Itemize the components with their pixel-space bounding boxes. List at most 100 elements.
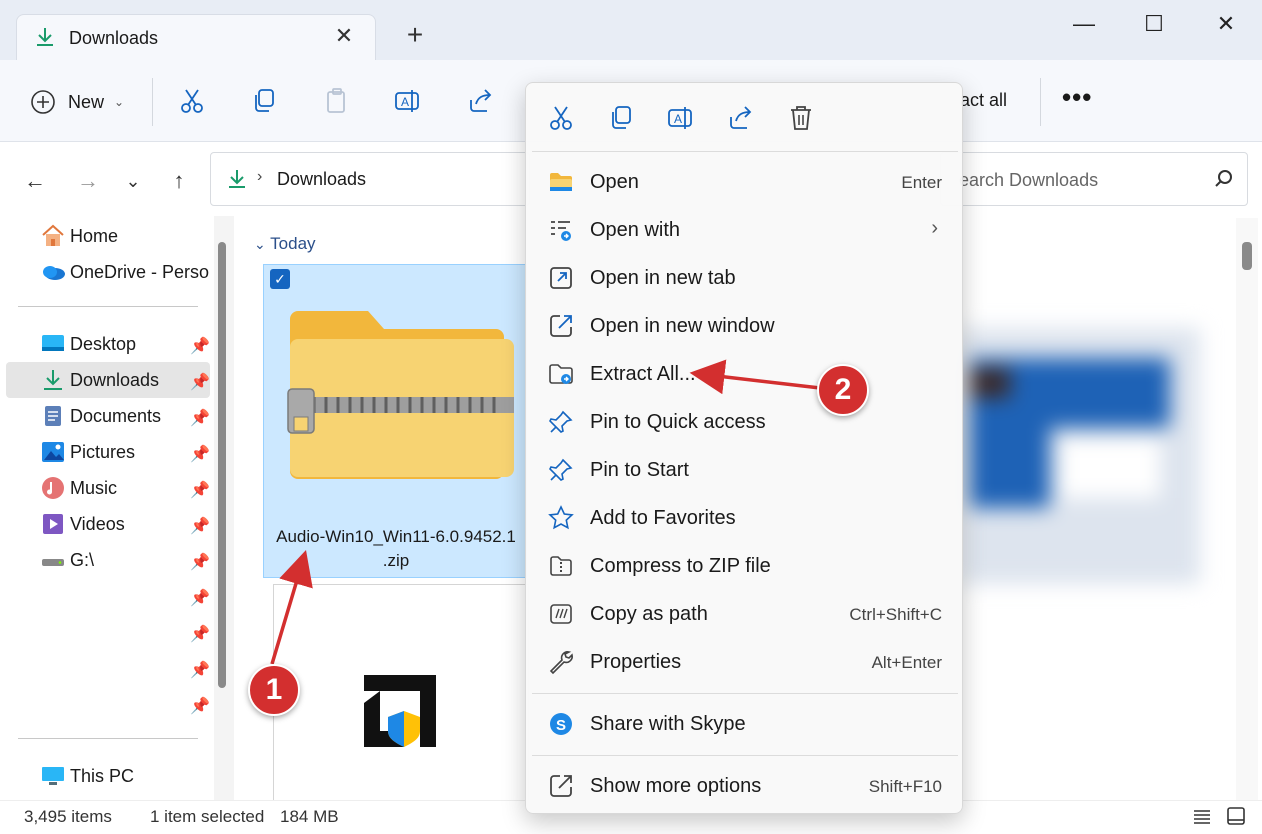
file-name-line1: Audio-Win10_Win11-6.0.9452.1 <box>276 527 516 546</box>
pin-icon: 📌 <box>190 662 210 679</box>
sidebar-scrollbar-thumb[interactable] <box>218 242 226 688</box>
blurred-thumbnail[interactable] <box>960 328 1200 584</box>
sidebar-item-music[interactable]: Music 📌 <box>6 470 210 506</box>
extract-all-button[interactable]: act all <box>960 90 1007 111</box>
back-arrow-icon[interactable]: ← <box>20 166 50 196</box>
sidebar-item-desktop[interactable]: Desktop 📌 <box>6 326 210 362</box>
up-arrow-icon[interactable]: ↑ <box>164 166 194 196</box>
content-scrollbar-thumb[interactable] <box>1242 242 1252 270</box>
pictures-icon <box>42 442 64 462</box>
sidebar-scrollbar[interactable] <box>214 216 234 800</box>
menu-item-open-in-new-window[interactable]: Open in new window <box>532 303 958 349</box>
file-item-installer[interactable] <box>273 584 529 804</box>
sidebar-item-label: Home <box>70 225 119 246</box>
cut-icon[interactable] <box>177 86 207 116</box>
rename-icon[interactable]: A <box>666 103 696 133</box>
minimize-button[interactable]: — <box>1060 6 1108 42</box>
menu-item-copy-as-path[interactable]: Copy as path Ctrl+Shift+C <box>532 591 958 637</box>
new-tab-button[interactable]: + <box>400 20 430 50</box>
sidebar-item-g-drive[interactable]: G:\ 📌 <box>6 542 210 578</box>
submenu-chevron-icon: › <box>931 217 938 239</box>
menu-item-label: Add to Favorites <box>590 507 736 529</box>
sidebar-item-pictures[interactable]: Pictures 📌 <box>6 434 210 470</box>
sidebar-item-videos[interactable]: Videos 📌 <box>6 506 210 542</box>
download-arrow-icon <box>37 28 53 46</box>
download-arrow-icon <box>229 170 245 188</box>
menu-item-label: Pin to Start <box>590 459 689 481</box>
sidebar-divider <box>18 306 198 307</box>
sidebar-item-label: This PC <box>70 765 135 786</box>
selection-checkbox[interactable]: ✓ <box>270 269 290 289</box>
menu-item-label: Copy as path <box>590 603 708 625</box>
tiles-view-icon[interactable] <box>1226 806 1246 826</box>
this-pc-icon <box>42 767 64 785</box>
menu-item-shortcut: Shift+F10 <box>868 777 942 796</box>
menu-item-open-with[interactable]: Open with › <box>532 207 958 253</box>
delete-icon[interactable] <box>786 103 816 133</box>
sidebar-item-this-pc[interactable]: This PC <box>6 758 210 794</box>
menu-item-share-skype[interactable]: S Share with Skype <box>532 701 958 747</box>
menu-item-shortcut: Enter <box>901 173 942 192</box>
sidebar-item-downloads[interactable]: Downloads 📌 <box>6 362 210 398</box>
pin-icon: 📌 <box>190 626 210 643</box>
sidebar-item-label: G:\ <box>70 549 95 570</box>
new-button[interactable]: New ⌄ <box>30 86 124 118</box>
tab-downloads[interactable]: Downloads ✕ <box>16 14 376 60</box>
menu-item-label: Open in new window <box>590 315 775 337</box>
sidebar-item-home[interactable]: Home <box>6 218 210 254</box>
zip-folder-icon <box>287 311 514 479</box>
onedrive-icon <box>43 266 65 280</box>
documents-icon <box>45 406 61 426</box>
menu-item-extract-all[interactable]: Extract All... <box>532 351 958 397</box>
breadcrumb-downloads[interactable]: Downloads <box>277 169 366 190</box>
menu-item-label: Share with Skype <box>590 713 746 735</box>
extract-icon <box>549 364 573 384</box>
maximize-button[interactable]: ☐ <box>1130 6 1178 42</box>
tab-close-icon[interactable]: ✕ <box>331 23 357 49</box>
rename-icon[interactable]: A <box>393 86 423 116</box>
search-input[interactable]: earch Downloads <box>959 170 1098 191</box>
details-view-icon[interactable] <box>1192 807 1212 827</box>
sidebar-item-documents[interactable]: Documents 📌 <box>6 398 210 434</box>
home-icon <box>42 224 64 246</box>
wrench-icon <box>549 651 573 675</box>
sidebar-item-onedrive[interactable]: OneDrive - Persor <box>6 254 210 290</box>
selection-size: 184 MB <box>280 807 339 826</box>
new-button-label: New <box>68 91 105 112</box>
menu-item-open[interactable]: Open Enter <box>532 159 958 205</box>
pin-icon: 📌 <box>190 518 210 535</box>
share-icon[interactable] <box>726 103 756 133</box>
cut-icon[interactable] <box>546 103 576 133</box>
menu-item-shortcut: Alt+Enter <box>871 653 942 672</box>
sidebar-item-label: Desktop <box>70 333 137 354</box>
paste-icon[interactable] <box>322 86 352 116</box>
new-tab-icon <box>550 267 572 289</box>
search-box[interactable]: earch Downloads <box>940 152 1248 206</box>
share-icon[interactable] <box>466 86 496 116</box>
content-scrollbar[interactable] <box>1236 218 1258 800</box>
star-icon <box>548 505 574 530</box>
navigation-pane: Home OneDrive - Persor Desktop 📌 Downloa… <box>0 218 212 800</box>
copy-icon[interactable] <box>249 86 279 116</box>
menu-item-open-in-new-tab[interactable]: Open in new tab <box>532 255 958 301</box>
group-header[interactable]: ⌄ Today <box>254 234 316 254</box>
address-bar[interactable]: › Downloads <box>210 152 530 206</box>
menu-item-show-more-options[interactable]: Show more options Shift+F10 <box>532 763 958 809</box>
close-window-button[interactable]: ✕ <box>1202 6 1250 42</box>
menu-item-shortcut: Ctrl+Shift+C <box>849 605 942 624</box>
menu-item-pin-quick-access[interactable]: Pin to Quick access <box>532 399 958 445</box>
file-item-zip[interactable]: ✓ Audio-Win10_Win11-6.0.9452.1 .zip <box>263 264 527 578</box>
forward-arrow-icon[interactable]: → <box>73 166 103 196</box>
breadcrumb-chevron-icon: › <box>257 168 263 185</box>
recent-chevron-icon[interactable]: ⌄ <box>118 166 148 196</box>
amd-installer-icon <box>364 675 436 747</box>
menu-item-properties[interactable]: Properties Alt+Enter <box>532 639 958 685</box>
more-options-icon <box>550 775 572 797</box>
copy-icon[interactable] <box>606 103 636 133</box>
pin-icon: 📌 <box>190 482 210 499</box>
menu-item-pin-to-start[interactable]: Pin to Start <box>532 447 958 493</box>
menu-item-add-to-favorites[interactable]: Add to Favorites <box>532 495 958 541</box>
more-options-button[interactable]: ••• <box>1062 82 1092 113</box>
menu-item-compress-zip[interactable]: Compress to ZIP file <box>532 543 958 589</box>
pin-start-icon <box>549 458 573 481</box>
